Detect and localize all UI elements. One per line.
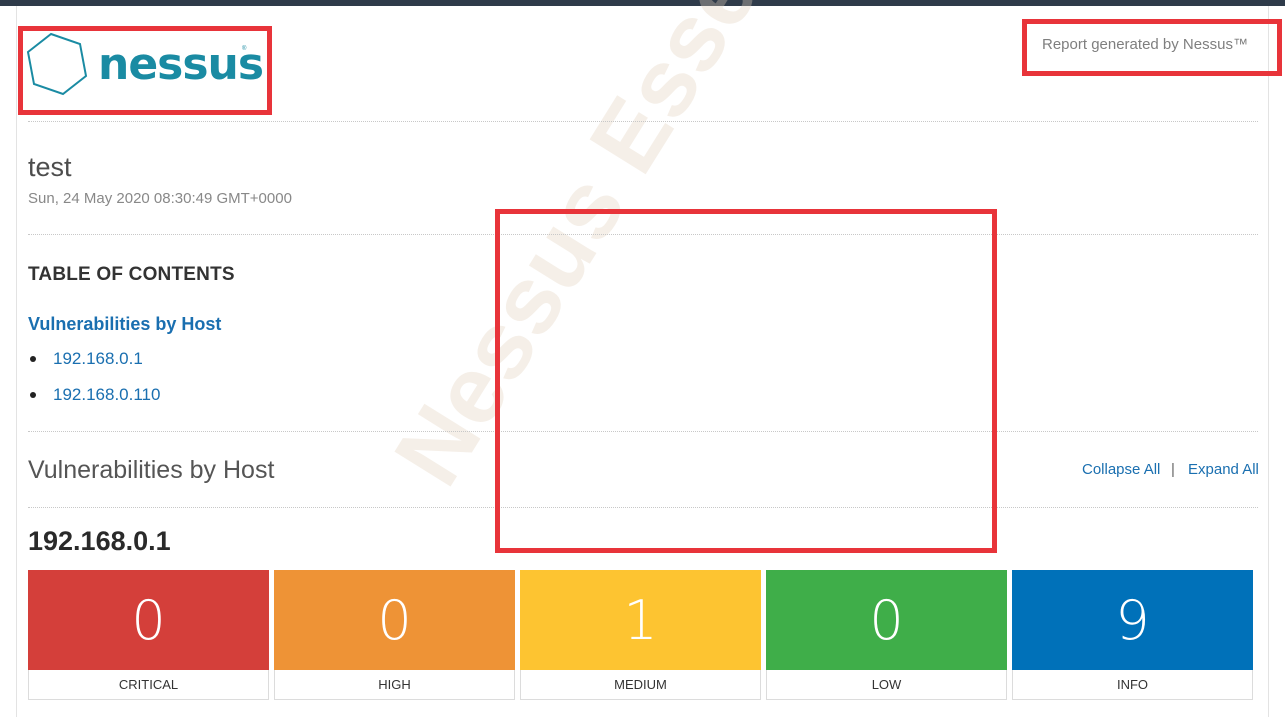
top-bar bbox=[0, 0, 1285, 6]
highlight-box-logo bbox=[18, 26, 272, 115]
severity-label: CRITICAL bbox=[28, 670, 269, 700]
severity-box-high[interactable]: 0 HIGH bbox=[274, 570, 515, 700]
severity-box-low[interactable]: 0 LOW bbox=[766, 570, 1007, 700]
highlight-box-empty-area bbox=[495, 209, 997, 553]
severity-label: HIGH bbox=[274, 670, 515, 700]
severity-box-critical[interactable]: 0 CRITICAL bbox=[28, 570, 269, 700]
severity-label: INFO bbox=[1012, 670, 1253, 700]
severity-box-medium[interactable]: 1 MEDIUM bbox=[520, 570, 761, 700]
severity-count: 0 bbox=[28, 570, 269, 670]
scan-title: test bbox=[28, 152, 72, 182]
highlight-box-report-label bbox=[1022, 19, 1282, 76]
link-separator: | bbox=[1171, 461, 1175, 478]
bullet-icon bbox=[30, 356, 36, 362]
toc-host-link[interactable]: 192.168.0.110 bbox=[53, 385, 160, 405]
collapse-all-link[interactable]: Collapse All bbox=[1082, 461, 1160, 478]
scan-date: Sun, 24 May 2020 08:30:49 GMT+0000 bbox=[28, 190, 292, 207]
divider bbox=[28, 121, 1258, 122]
bullet-icon bbox=[30, 392, 36, 398]
severity-label: LOW bbox=[766, 670, 1007, 700]
toc-section-link[interactable]: Vulnerabilities by Host bbox=[28, 314, 221, 335]
toc-host-link[interactable]: 192.168.0.1 bbox=[53, 349, 143, 369]
severity-count: 9 bbox=[1012, 570, 1253, 670]
severity-count: 0 bbox=[274, 570, 515, 670]
expand-all-link[interactable]: Expand All bbox=[1188, 461, 1259, 478]
page-border-right bbox=[1268, 6, 1269, 717]
severity-box-info[interactable]: 9 INFO bbox=[1012, 570, 1253, 700]
host-title: 192.168.0.1 bbox=[28, 526, 171, 556]
toc-host-item[interactable]: 192.168.0.1 bbox=[30, 349, 143, 369]
severity-label: MEDIUM bbox=[520, 670, 761, 700]
section-title: Vulnerabilities by Host bbox=[28, 456, 275, 484]
toc-heading: TABLE OF CONTENTS bbox=[28, 264, 235, 285]
severity-count: 0 bbox=[766, 570, 1007, 670]
toc-host-item[interactable]: 192.168.0.110 bbox=[30, 385, 160, 405]
severity-count: 1 bbox=[520, 570, 761, 670]
page-border-left bbox=[16, 6, 17, 717]
